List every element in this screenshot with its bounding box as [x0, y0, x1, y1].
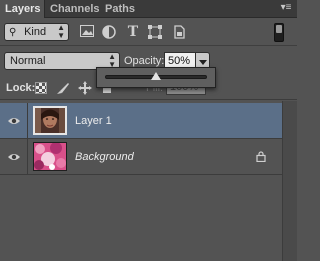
lock-image-pixels-icon[interactable] — [56, 81, 70, 95]
tab-channels[interactable]: Channels — [45, 0, 100, 18]
shape-filter-icon[interactable] — [148, 25, 164, 39]
layers-list: Layer 1 Background — [0, 101, 297, 261]
layer-thumbnail[interactable] — [33, 142, 67, 171]
panel-tab-bar: Layers Channels Paths ▾≡ — [0, 0, 297, 18]
layer-row-layer-1[interactable]: Layer 1 — [0, 103, 282, 139]
adjustment-filter-icon[interactable] — [102, 25, 118, 39]
pixel-filter-icon[interactable] — [80, 25, 96, 39]
tab-paths[interactable]: Paths — [100, 0, 143, 18]
lock-transparent-pixels-icon[interactable] — [35, 82, 47, 94]
eye-icon[interactable] — [8, 152, 20, 162]
filter-kind-label: Kind — [24, 26, 47, 38]
lock-label: Lock: — [6, 82, 36, 94]
portrait-thumbnail-image — [35, 108, 65, 133]
search-icon: ⚲ — [9, 27, 17, 38]
floral-thumbnail-image — [34, 142, 66, 170]
layer-thumbnail[interactable] — [33, 106, 67, 135]
chevron-updown-icon: ▲ ▼ — [57, 23, 65, 40]
layer-name[interactable]: Layer 1 — [75, 115, 112, 127]
filter-toggle-switch[interactable] — [274, 23, 284, 42]
tab-layers[interactable]: Layers — [0, 0, 45, 18]
panel-menu-icon[interactable]: ▾≡ — [279, 2, 293, 14]
filter-kind-select[interactable]: ⚲ Kind ▲ ▼ — [4, 23, 69, 41]
layer-filter-row: ⚲ Kind ▲ ▼ T — [0, 18, 297, 46]
opacity-slider-popup — [96, 67, 216, 88]
layer-name[interactable]: Background — [75, 151, 134, 163]
visibility-cell[interactable] — [0, 139, 28, 175]
visibility-cell[interactable] — [0, 103, 28, 139]
blend-mode-label: Normal — [10, 55, 46, 67]
lock-icon — [256, 151, 266, 162]
eye-icon[interactable] — [8, 116, 20, 126]
opacity-label: Opacity: — [124, 55, 165, 67]
lock-position-icon[interactable] — [78, 81, 92, 95]
layer-row-background[interactable]: Background — [0, 139, 282, 175]
opacity-slider-thumb[interactable] — [151, 72, 161, 80]
layers-scrollbar[interactable] — [282, 101, 297, 261]
smart-object-filter-icon[interactable] — [172, 25, 188, 39]
type-filter-icon[interactable]: T — [125, 25, 141, 39]
